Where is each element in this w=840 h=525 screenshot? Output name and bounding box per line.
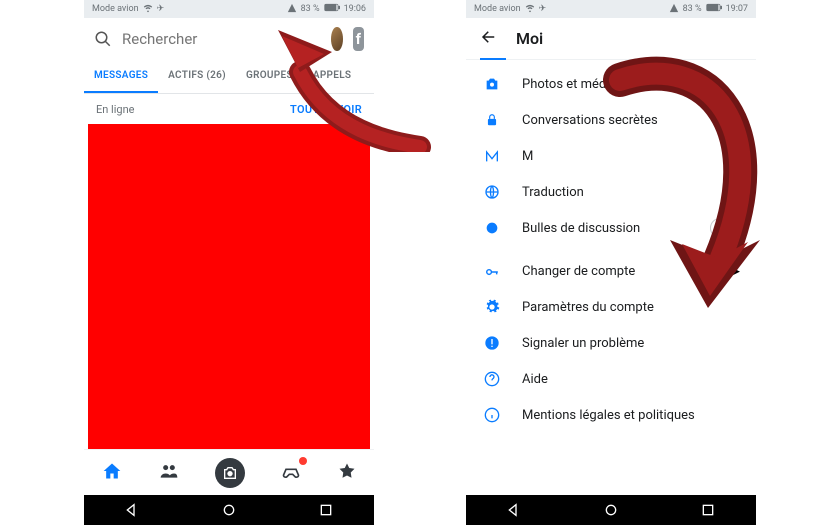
globe-icon xyxy=(482,184,502,200)
setting-aide[interactable]: Aide xyxy=(466,361,756,397)
status-bar: Mode avion ✈ 83 % 19:07 xyxy=(466,0,756,18)
android-recent-icon[interactable] xyxy=(318,502,334,518)
subrow: En ligne TOUT REVOIR xyxy=(84,94,374,124)
info-icon xyxy=(482,407,502,423)
setting-traduction[interactable]: Traduction xyxy=(466,174,756,210)
search-icon[interactable] xyxy=(94,30,112,48)
battery-label: 83 % xyxy=(683,4,702,14)
phone-right: Mode avion ✈ 83 % 19:07 Moi Photos et mé xyxy=(466,0,756,525)
settings-header: Moi xyxy=(466,18,756,60)
signal-icon xyxy=(669,3,679,16)
phone-left: Mode avion ✈ 83 % 19:06 f MESSAGES ACTIF… xyxy=(84,0,374,525)
setting-mentions[interactable]: Mentions légales et politiques xyxy=(466,397,756,433)
back-icon[interactable] xyxy=(480,28,498,50)
bottom-nav xyxy=(84,449,374,495)
redacted-content xyxy=(88,124,370,449)
key-icon xyxy=(482,265,502,279)
camera-icon xyxy=(482,76,502,92)
setting-label: Conversations secrètes xyxy=(522,113,658,128)
status-bar: Mode avion ✈ 83 % 19:06 xyxy=(84,0,374,18)
android-nav xyxy=(466,495,756,525)
nav-games-icon[interactable] xyxy=(281,461,301,485)
android-recent-icon[interactable] xyxy=(700,502,716,518)
android-home-icon[interactable] xyxy=(603,502,619,518)
settings-title: Moi xyxy=(516,29,543,48)
wifi-icon xyxy=(525,3,535,16)
setting-label: Photos et médias xyxy=(522,77,623,92)
setting-label: M xyxy=(522,149,533,164)
setting-bulles[interactable]: Bulles de discussion xyxy=(466,210,756,246)
signal-icon xyxy=(287,3,297,16)
airplane-mode-label: Mode avion xyxy=(92,4,139,14)
android-back-icon[interactable] xyxy=(124,502,140,518)
tab-groupes[interactable]: GROUPES xyxy=(236,60,303,93)
tab-messages[interactable]: MESSAGES xyxy=(84,60,158,93)
airplane-icon: ✈ xyxy=(157,4,165,14)
chevron-right-icon: ▶ xyxy=(730,264,740,279)
setting-photos[interactable]: Photos et médias xyxy=(466,66,756,102)
setting-secret[interactable]: Conversations secrètes xyxy=(466,102,756,138)
wifi-icon xyxy=(143,3,153,16)
setting-parametres[interactable]: Paramètres du compte xyxy=(466,289,756,325)
setting-label: Traduction xyxy=(522,185,584,200)
battery-icon xyxy=(324,3,340,15)
gear-icon xyxy=(482,299,502,315)
search-row: f xyxy=(84,18,374,60)
search-input[interactable] xyxy=(122,30,321,48)
nav-discover-icon[interactable] xyxy=(338,462,356,484)
lock-icon xyxy=(482,112,502,128)
setting-label: Mentions légales et politiques xyxy=(522,408,695,423)
setting-label: Aide xyxy=(522,372,548,387)
chat-bubble-icon xyxy=(482,220,502,236)
android-back-icon[interactable] xyxy=(506,502,522,518)
toggle-switch[interactable] xyxy=(710,221,740,235)
airplane-icon: ✈ xyxy=(539,4,547,14)
status-time: 19:06 xyxy=(344,4,366,14)
title-underline xyxy=(480,58,506,60)
status-time: 19:07 xyxy=(726,4,748,14)
setting-changer-compte[interactable]: Changer de compte ▶ xyxy=(466,254,756,289)
setting-signaler[interactable]: Signaler un problème xyxy=(466,325,756,361)
nav-people-icon[interactable] xyxy=(159,461,179,485)
setting-label: Paramètres du compte xyxy=(522,300,654,315)
battery-label: 83 % xyxy=(301,4,320,14)
setting-label: Signaler un problème xyxy=(522,336,644,351)
tab-actifs[interactable]: ACTIFS (26) xyxy=(158,60,236,93)
setting-m[interactable]: M xyxy=(466,138,756,174)
nav-camera-icon[interactable] xyxy=(215,458,245,488)
android-nav xyxy=(84,495,374,525)
airplane-mode-label: Mode avion xyxy=(474,4,521,14)
android-home-icon[interactable] xyxy=(221,502,237,518)
settings-list: Photos et médias Conversations secrètes … xyxy=(466,60,756,495)
battery-icon xyxy=(706,3,722,15)
m-icon xyxy=(482,148,502,164)
profile-avatar[interactable] xyxy=(331,27,343,51)
setting-label: Changer de compte xyxy=(522,264,635,279)
online-label: En ligne xyxy=(96,103,135,116)
facebook-icon[interactable]: f xyxy=(353,27,365,51)
tab-appels[interactable]: APPELS xyxy=(303,60,361,93)
tabs: MESSAGES ACTIFS (26) GROUPES APPELS xyxy=(84,60,374,94)
divider xyxy=(466,246,756,254)
alert-icon xyxy=(482,335,502,351)
nav-home-icon[interactable] xyxy=(102,461,122,485)
help-icon xyxy=(482,371,502,387)
replay-all-link[interactable]: TOUT REVOIR xyxy=(290,103,362,116)
setting-label: Bulles de discussion xyxy=(522,221,640,236)
